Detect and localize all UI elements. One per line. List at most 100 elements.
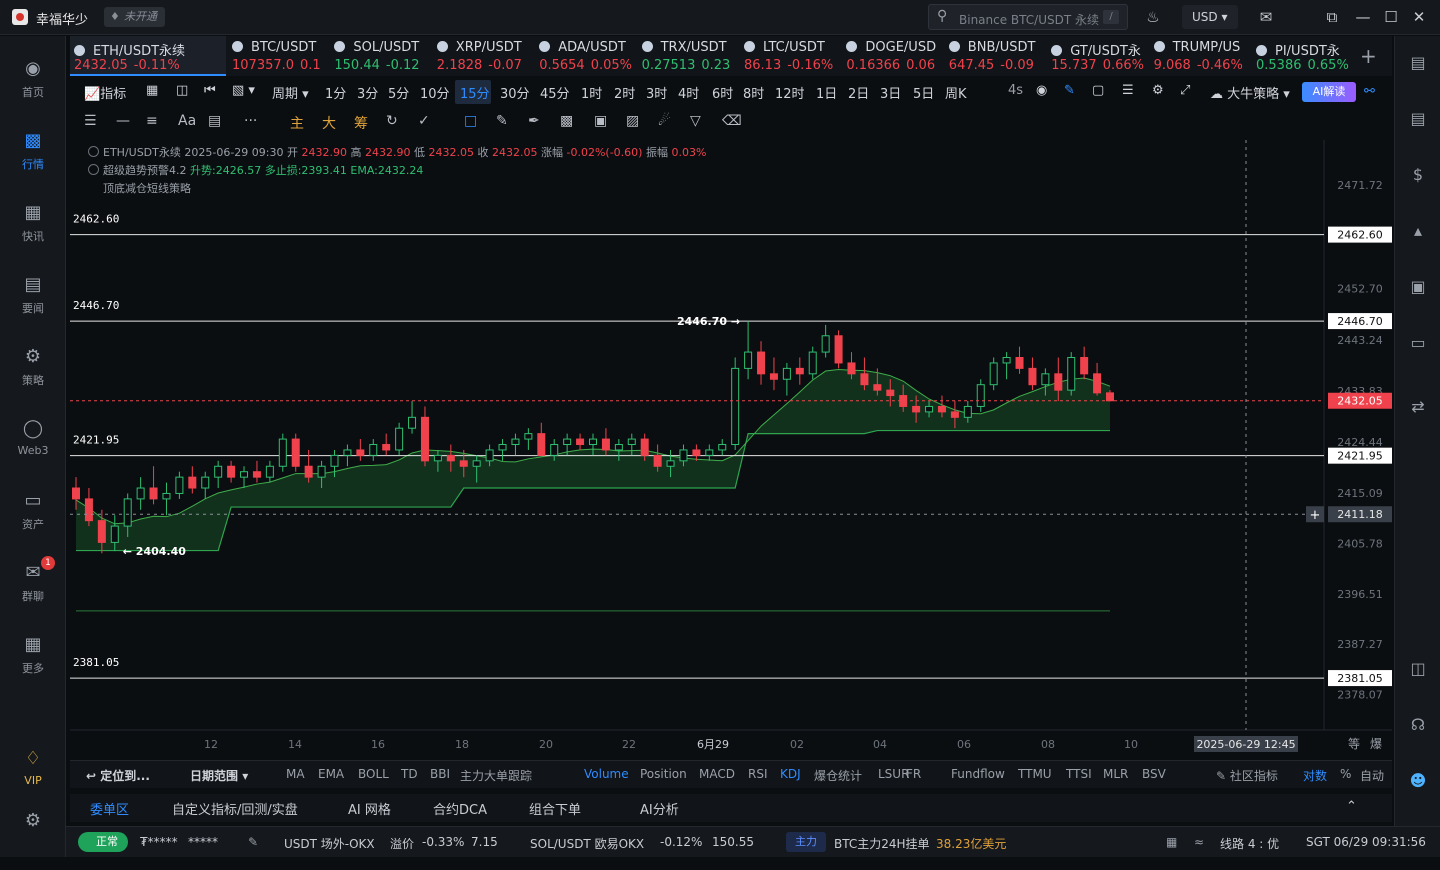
ticker-tab[interactable]: XRP/USDT 2.1828 -0.07 [433, 36, 536, 76]
ticker-tab[interactable]: TRUMP/US 9.068 -0.46% [1150, 36, 1253, 76]
ticker-tab[interactable]: BTC/USDT 107357.0 0.1 [228, 36, 331, 76]
share-icon[interactable]: ⚯ [1364, 84, 1375, 99]
interval-option[interactable]: 10分 [420, 83, 450, 102]
ticker-tab[interactable]: PI/USDT永 0.5386 0.65% [1252, 36, 1355, 76]
date-range-select[interactable]: 日期范围 ▾ [190, 767, 248, 784]
bottom-tab[interactable]: AI分析 [640, 799, 679, 818]
ruler-icon[interactable]: ▤ [208, 113, 221, 129]
collapse-icon[interactable] [88, 146, 99, 157]
indicator-option[interactable]: BBI [430, 767, 450, 781]
interval-option[interactable]: 3时 [646, 83, 667, 102]
indicator-option[interactable]: 爆仓统计 [814, 767, 862, 784]
ticker-tab[interactable]: GT/USDT永 15.737 0.66% [1047, 36, 1150, 76]
indicator-option[interactable]: Position [640, 767, 687, 781]
interval-option[interactable]: 5分 [388, 83, 409, 102]
interval-option[interactable]: 15分 [460, 83, 490, 102]
indicator-option[interactable]: RSI [748, 767, 768, 781]
swap-icon[interactable]: ⇄ [1407, 396, 1429, 418]
indicator-option[interactable]: FR [906, 767, 921, 781]
bottom-tab[interactable]: 合约DCA [433, 799, 487, 818]
interval-option[interactable]: 12时 [775, 83, 805, 102]
filter-icon[interactable]: ▽ [690, 113, 701, 129]
layout-icon[interactable]: ◫ [176, 83, 188, 98]
trash-icon[interactable]: ⌫ [722, 113, 742, 129]
interval-option[interactable]: 1日 [816, 83, 837, 102]
sidebar-item-4[interactable]: ⚙ 策略 [0, 346, 66, 406]
interval-option[interactable]: 8时 [743, 83, 764, 102]
big-tool[interactable]: 大 [322, 113, 336, 133]
sidebar-item-6[interactable]: ▭ 资产 [0, 490, 66, 550]
maximize-icon[interactable]: ☐ [1382, 8, 1400, 26]
bottom-tab[interactable]: AI 网格 [348, 799, 391, 818]
ray-icon[interactable]: — [116, 113, 130, 129]
indicator-option[interactable]: BOLL [358, 767, 389, 781]
ticker-tab[interactable]: ETH/USDT永续 2432.05 -0.11% [70, 36, 226, 76]
help-icon[interactable]: ▦ [1166, 835, 1177, 849]
interval-option[interactable]: 45分 [540, 83, 570, 102]
magnet-icon[interactable]: ▨ [626, 113, 639, 129]
robot-assistant-icon[interactable]: ☻ [1407, 770, 1429, 792]
chart-area[interactable]: 2462.60 2462.60 2446.70 2446.70 2421.95 2421.… [70, 140, 1392, 760]
membership-badge[interactable]: 未开通 [104, 7, 165, 27]
interval-option[interactable]: 2时 [614, 83, 635, 102]
lock-icon[interactable]: ▣ [594, 113, 607, 129]
interval-option[interactable]: 周K [945, 83, 967, 102]
settings-gear-icon[interactable]: ⚙ [0, 810, 66, 870]
indicator-option[interactable]: TD [401, 767, 418, 781]
currency-select[interactable]: USD ▾ [1182, 5, 1238, 29]
brush-icon[interactable]: ✓ [418, 113, 430, 129]
indicator-option[interactable]: MA [286, 767, 305, 781]
refresh-interval[interactable]: 4s [1008, 83, 1023, 98]
username[interactable]: 幸福华少 [36, 9, 88, 28]
settings-icon[interactable]: ⚙ [1152, 83, 1164, 98]
indicator-option[interactable]: MACD [699, 767, 735, 781]
locate-button[interactable]: ↩ 定位到... [86, 767, 150, 784]
sidebar-item-3[interactable]: ▤ 要闻 [0, 274, 66, 334]
ticker-tab[interactable]: SOL/USDT 150.44 -0.12 [330, 36, 433, 76]
cursor-icon[interactable]: □ [464, 113, 477, 129]
interval-option[interactable]: 4时 [678, 83, 699, 102]
sync-icon[interactable]: ↻ [386, 113, 398, 129]
horizontal-lines-icon[interactable]: ☰ [84, 113, 97, 129]
network-line[interactable]: 线路 4 : 优 [1220, 835, 1279, 852]
interval-option[interactable]: 3日 [880, 83, 901, 102]
interval-option[interactable]: 3分 [357, 83, 378, 102]
panel-layout-icon[interactable]: ◫ [1407, 658, 1429, 680]
auto-scale-toggle[interactable]: 自动 [1360, 767, 1384, 784]
pattern-icon[interactable]: ▩ [560, 113, 573, 129]
chip-tool[interactable]: 筹 [354, 113, 368, 133]
interval-option[interactable]: 30分 [500, 83, 530, 102]
indicator-option[interactable]: LSUR [878, 767, 909, 781]
indicator-option[interactable]: MLR [1103, 767, 1128, 781]
orderbook-icon[interactable]: ▤ [1407, 52, 1429, 74]
bottom-tab[interactable]: 自定义指标/回测/实盘 [172, 799, 298, 818]
signal-icon[interactable]: ▴ [1407, 220, 1429, 242]
sidebar-item-1[interactable]: ▩ 行情 [0, 130, 66, 190]
bottom-tab[interactable]: 组合下单 [529, 799, 581, 818]
sidebar-item-2[interactable]: ▦ 快讯 [0, 202, 66, 262]
document-icon[interactable]: ▤ [1407, 108, 1429, 130]
collapse-icon[interactable] [88, 164, 99, 175]
indicator-option[interactable]: TTSI [1066, 767, 1092, 781]
search-input[interactable]: ⚲ Binance BTC/USDT 永续 / [928, 4, 1128, 30]
parallel-icon[interactable]: ≡ [146, 113, 158, 129]
interval-option[interactable]: 5日 [913, 83, 934, 102]
popout-icon[interactable]: ⧉ [1323, 8, 1341, 26]
eraser-icon[interactable]: ☄ [658, 113, 671, 129]
percent-toggle[interactable]: % [1340, 767, 1351, 781]
close-icon[interactable]: ✕ [1410, 8, 1428, 26]
indicator-button[interactable]: 📈指标 [84, 83, 126, 102]
ticker-tab[interactable]: ADA/USDT 0.5654 0.05% [535, 36, 638, 76]
fullscreen-icon[interactable]: ⤢ [1180, 83, 1190, 98]
bottom-tab[interactable]: 委单区 [90, 799, 129, 818]
camera-icon[interactable]: ◉ [1036, 83, 1047, 98]
add-tab-icon[interactable]: + [1360, 44, 1377, 68]
mail-icon[interactable]: ✉ [1257, 8, 1275, 26]
interval-option[interactable]: 1时 [581, 83, 602, 102]
sidebar-item-7[interactable]: ✉ 群聊 1 [0, 556, 66, 622]
indicator-option[interactable]: KDJ [780, 767, 801, 781]
candlestick-chart[interactable]: 2462.60 2462.60 2446.70 2446.70 2421.95 2421.… [70, 140, 1392, 760]
text-tool-icon[interactable]: Aa [178, 113, 196, 129]
indicator-option[interactable]: Fundflow [951, 767, 1005, 781]
pen-icon[interactable]: ✎ [496, 113, 508, 129]
